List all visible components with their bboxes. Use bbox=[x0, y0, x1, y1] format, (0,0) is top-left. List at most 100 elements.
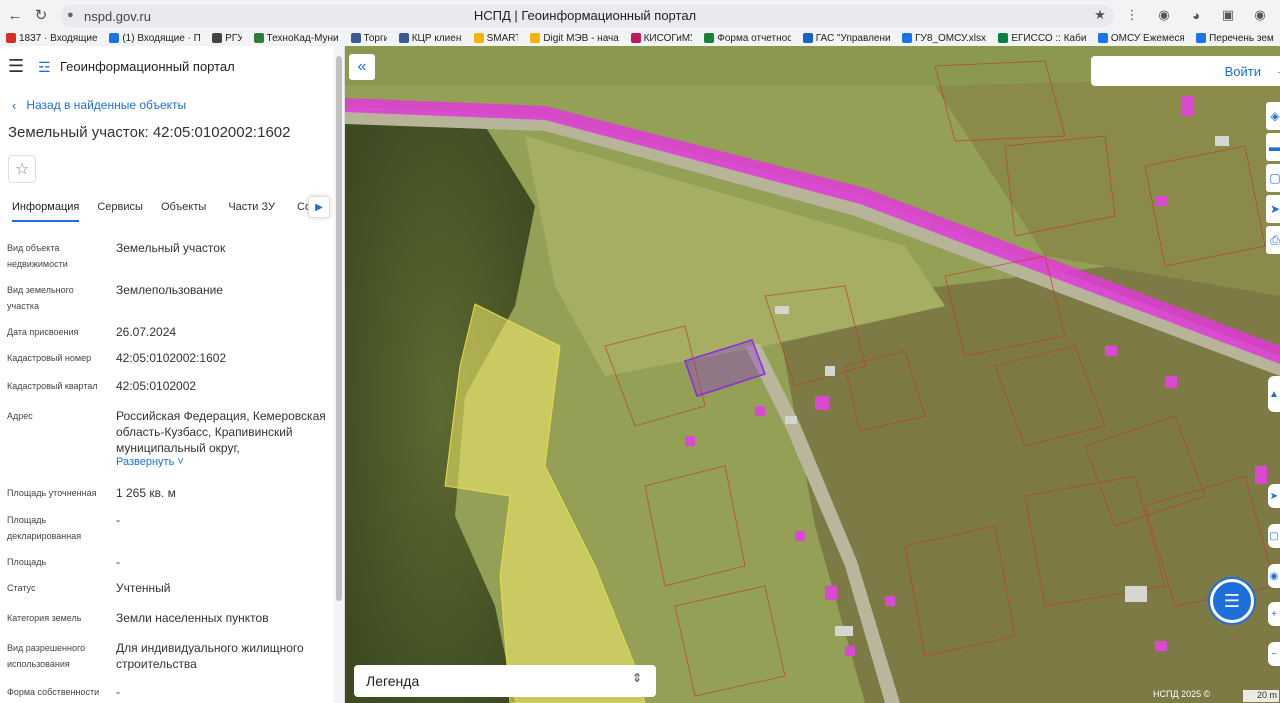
bookmark-favicon-icon bbox=[530, 33, 541, 43]
property-label: Площадь уточненная bbox=[7, 488, 97, 498]
property-value[interactable]: 42:05:0102002:1602 bbox=[116, 350, 336, 366]
property-value[interactable]: Земельный участок bbox=[116, 240, 336, 256]
fullscreen-icon[interactable]: ▢ bbox=[1268, 524, 1280, 548]
bookmark-label: КЦР клиент bbox=[411, 32, 462, 44]
bookmark-item[interactable]: 1837 · Входящие · bbox=[6, 33, 97, 44]
property-label: Кадастровый номер bbox=[7, 353, 92, 363]
scrollbar-thumb[interactable] bbox=[336, 56, 342, 601]
tab-objects[interactable]: Объекты bbox=[161, 192, 206, 222]
profile-icon[interactable]: ◕ bbox=[1186, 8, 1206, 23]
expand-address-link[interactable]: Развернуть ˅ bbox=[116, 454, 336, 470]
bookmark-label: SMART bbox=[486, 32, 519, 44]
property-label: Вид земельного участка bbox=[7, 285, 74, 311]
bookmark-item[interactable]: РГУ bbox=[212, 32, 242, 44]
bookmark-label: Перечень земе bbox=[1209, 32, 1274, 44]
ruler-icon[interactable]: ▬ bbox=[1266, 133, 1280, 161]
back-to-results-link[interactable]: ‹ Назад в найденные объекты bbox=[12, 96, 344, 114]
collapse-sidebar-icon[interactable]: « bbox=[349, 54, 375, 80]
chevron-updown-icon: ⇕ bbox=[631, 671, 642, 685]
property-label: Площадь bbox=[7, 557, 47, 567]
property-label: Вид объекта недвижимости bbox=[7, 243, 68, 269]
favorite-star-icon[interactable]: ☆ bbox=[8, 155, 36, 183]
bookmark-item[interactable]: Форма отчетност bbox=[704, 33, 791, 44]
chevron-down-icon: ˅ bbox=[174, 456, 184, 468]
property-value[interactable]: Земли населенных пунктов bbox=[116, 610, 336, 626]
bookmark-favicon-icon bbox=[1097, 33, 1108, 43]
bookmark-label: ЕГИССО :: Кабин bbox=[1011, 32, 1086, 44]
sidebar-scrollbar[interactable] bbox=[334, 46, 344, 703]
bookmark-item[interactable]: ЕГИССО :: Кабин bbox=[998, 33, 1086, 44]
bookmark-item[interactable]: КИСОГиМУ bbox=[630, 33, 692, 44]
login-button[interactable]: Войти → bbox=[1091, 56, 1280, 86]
property-value[interactable]: - bbox=[116, 512, 336, 528]
portal-title: Геоинформационный портал bbox=[60, 58, 235, 74]
legend-label: Легенда bbox=[366, 673, 420, 689]
tabs-scroll-right-icon[interactable]: ▶ bbox=[308, 196, 330, 218]
bookmark-item[interactable]: (1) Входящие · По bbox=[109, 33, 200, 44]
property-label: Форма собственности bbox=[7, 687, 100, 697]
bookmark-favicon-icon bbox=[253, 33, 264, 43]
bookmark-star-icon[interactable]: ★ bbox=[1090, 7, 1110, 23]
chevron-left-icon: ‹ bbox=[12, 97, 17, 113]
satellite-map[interactable] bbox=[345, 46, 1280, 703]
property-value[interactable]: - bbox=[116, 554, 336, 570]
property-label: Кадастровый квартал bbox=[7, 381, 98, 391]
bookmark-item[interactable]: ГУ8_ОМСУ.xlsx - bbox=[902, 33, 986, 44]
map-view[interactable]: « Войти → ◈ ▬ ▢ ➤ ⎙ ▲ ➤ ▢ ◉ + − ☰ Легенд… bbox=[345, 46, 1280, 703]
locate-icon[interactable]: ◉ bbox=[1268, 564, 1280, 588]
property-value[interactable]: - bbox=[116, 684, 336, 700]
expand-label: Развернуть bbox=[116, 456, 175, 468]
property-value[interactable]: 26.07.2024 bbox=[116, 324, 336, 340]
zoom-out-icon[interactable]: − bbox=[1268, 642, 1280, 666]
tab-services[interactable]: Сервисы bbox=[97, 192, 143, 222]
bookmark-item[interactable]: ГАС "Управление bbox=[802, 33, 890, 44]
bookmark-item[interactable]: SMART bbox=[473, 32, 519, 44]
puzzle-icon[interactable]: ▣ bbox=[1218, 7, 1238, 23]
bookmark-favicon-icon bbox=[350, 33, 361, 43]
menu-icon[interactable]: ☰ bbox=[8, 56, 38, 77]
property-value[interactable]: Учтенный bbox=[116, 580, 336, 596]
share-icon[interactable]: ➤ bbox=[1266, 195, 1280, 223]
bookmark-label: Digit МЭВ - начал bbox=[543, 32, 619, 44]
bookmark-item[interactable]: Перечень земе bbox=[1196, 33, 1274, 44]
tab-parts[interactable]: Части ЗУ bbox=[228, 192, 275, 222]
bookmark-favicon-icon bbox=[212, 33, 223, 43]
bookmark-label: РГУ bbox=[225, 32, 242, 44]
bookmark-label: Торги bbox=[363, 32, 387, 44]
bookmark-favicon-icon bbox=[398, 33, 409, 43]
zoom-in-icon[interactable]: + bbox=[1268, 602, 1280, 626]
bookmark-item[interactable]: Digit МЭВ - начал bbox=[530, 32, 619, 44]
bookmark-label: ГУ8_ОМСУ.xlsx - bbox=[915, 32, 987, 44]
bookmark-item[interactable]: Торги bbox=[350, 32, 387, 44]
portal-logo-icon: ☲ bbox=[38, 59, 51, 75]
bookmark-item[interactable]: ТехноКад-Муниц bbox=[253, 33, 339, 44]
map-copyright: НСПД 2025 © bbox=[1153, 689, 1211, 699]
bookmark-label: ОМСУ Ежемесяч bbox=[1110, 32, 1185, 44]
property-label: Статус bbox=[7, 583, 36, 593]
property-value[interactable]: Землепользование bbox=[116, 282, 336, 298]
bookmark-item[interactable]: КЦР клиент bbox=[398, 32, 462, 44]
print-icon[interactable]: ⎙ bbox=[1266, 226, 1280, 254]
property-value[interactable]: 1 265 кв. м bbox=[116, 485, 336, 501]
bookmark-label: (1) Входящие · По bbox=[122, 32, 201, 44]
panel-toggle-icon[interactable]: ▲ bbox=[1268, 376, 1280, 412]
sidebar-header: ☰ ☲ Геоинформационный портал bbox=[0, 46, 344, 86]
bookmark-label: 1837 · Входящие · bbox=[19, 32, 98, 44]
legend-dropdown[interactable]: Легенда ⇕ bbox=[354, 665, 656, 697]
select-area-icon[interactable]: ▢ bbox=[1266, 164, 1280, 192]
chat-icon[interactable]: ☰ bbox=[1210, 579, 1254, 623]
tab-info[interactable]: Информация bbox=[12, 192, 80, 222]
property-value[interactable]: 42:05:0102002 bbox=[116, 378, 336, 394]
bookmark-item[interactable]: ОМСУ Ежемесяч bbox=[1097, 32, 1185, 44]
extension-icon[interactable]: ◉ bbox=[1154, 7, 1174, 23]
geolocation-icon[interactable]: ➤ bbox=[1268, 484, 1280, 508]
bookmark-favicon-icon bbox=[6, 33, 16, 43]
property-value[interactable]: Российская Федерация, Кемеровская област… bbox=[116, 408, 336, 456]
property-value[interactable]: Для индивидуального жилищного строительс… bbox=[116, 640, 336, 672]
account-icon[interactable]: ◉ bbox=[1250, 7, 1270, 23]
object-sidebar: ☰ ☲ Геоинформационный портал ‹ Назад в н… bbox=[0, 46, 345, 703]
menu-dots-icon[interactable]: ⋮ bbox=[1122, 7, 1142, 23]
bookmark-favicon-icon bbox=[902, 33, 913, 43]
layers-icon[interactable]: ◈ bbox=[1266, 102, 1280, 130]
map-scale: 20 m bbox=[1243, 690, 1279, 702]
